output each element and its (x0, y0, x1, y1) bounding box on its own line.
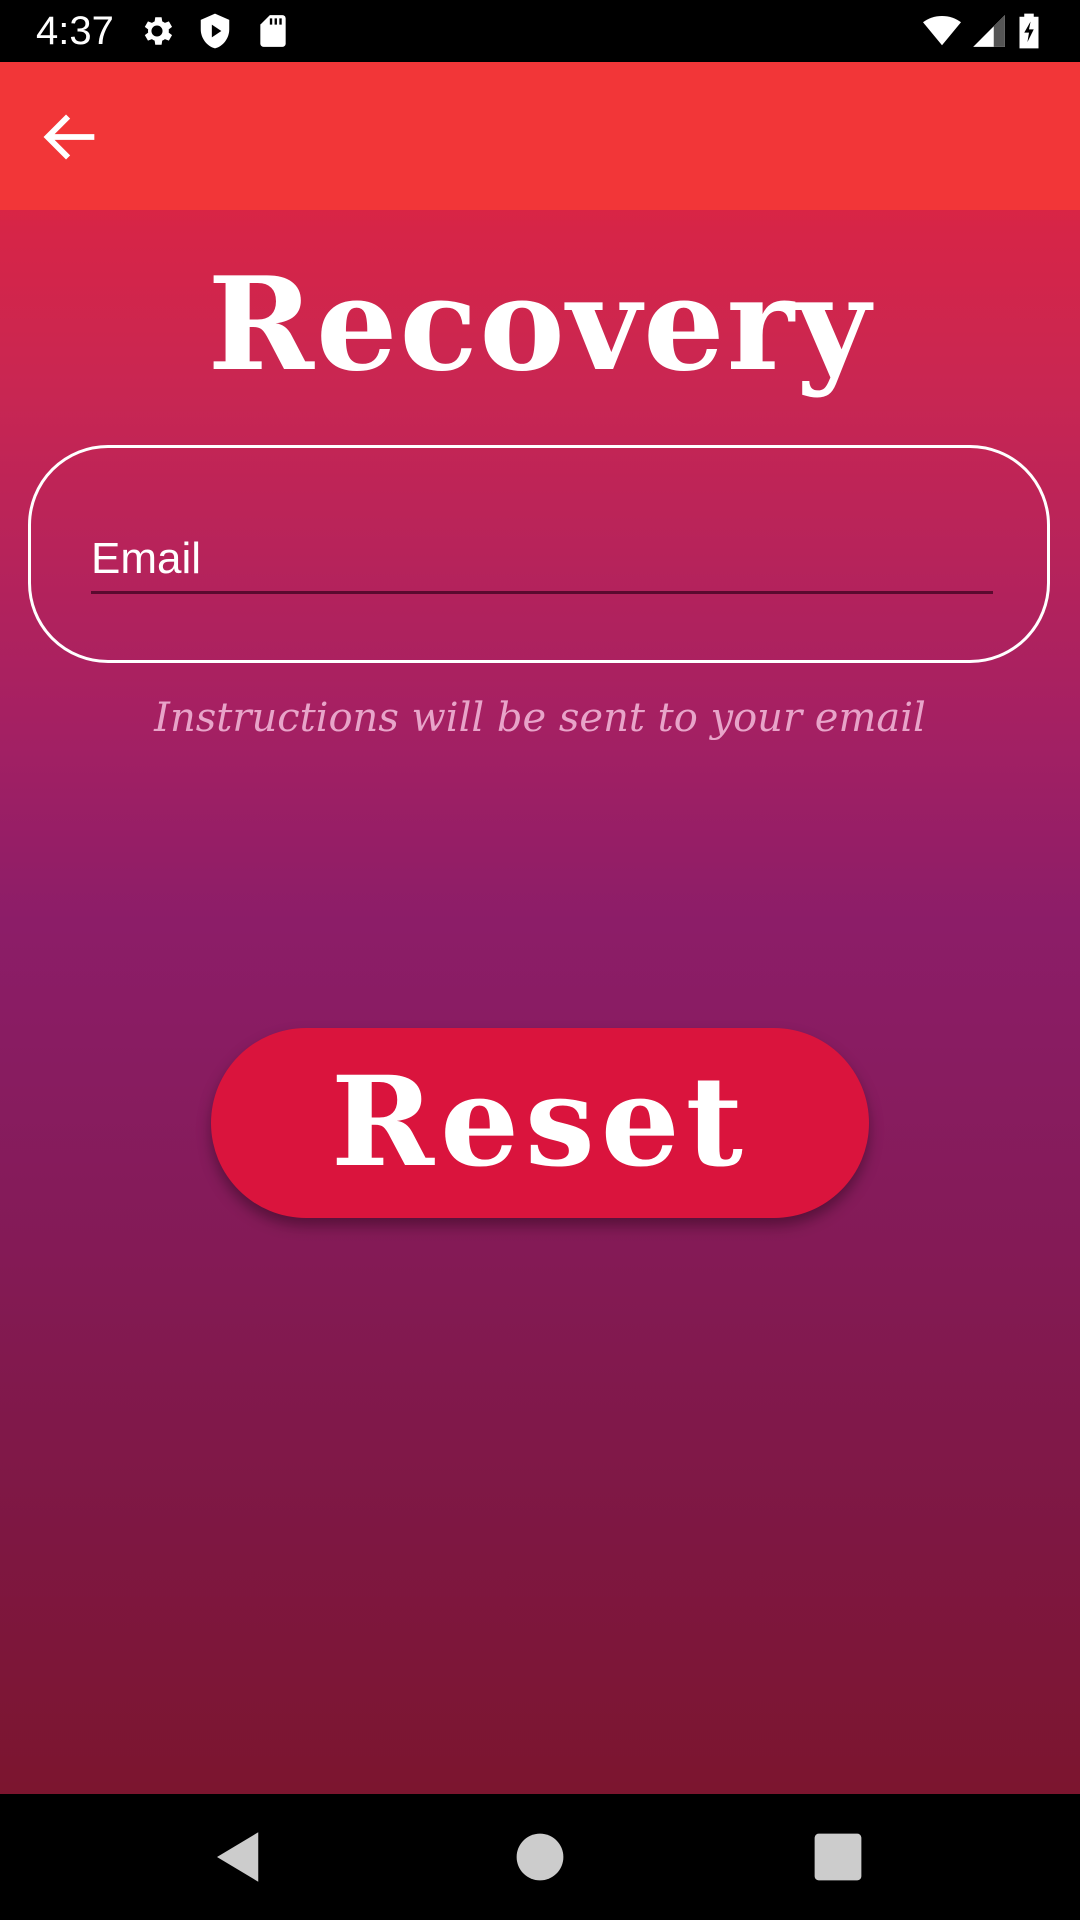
gear-icon (138, 12, 176, 50)
shield-play-icon (196, 12, 234, 50)
arrow-back-icon[interactable] (36, 102, 106, 172)
cell-signal-icon (970, 12, 1008, 50)
back-triangle-icon[interactable] (206, 1824, 272, 1890)
status-bar: 4:37 (0, 0, 1080, 62)
home-circle-icon[interactable] (507, 1824, 573, 1890)
email-card (28, 445, 1050, 663)
recovery-screen: 4:37 Recovery Instructions will be sent … (0, 0, 1080, 1920)
sd-card-icon (254, 12, 292, 50)
wifi-icon (920, 12, 964, 50)
app-bar (0, 62, 1080, 210)
reset-button[interactable]: Reset (211, 1028, 869, 1218)
reset-button-label: Reset (331, 1050, 749, 1195)
navigation-bar (0, 1794, 1080, 1920)
status-time: 4:37 (36, 9, 114, 53)
battery-charging-icon (1014, 12, 1044, 50)
instructions-text: Instructions will be sent to your email (154, 695, 926, 741)
email-field[interactable] (91, 526, 993, 594)
page-title: Recovery (207, 250, 873, 400)
recents-square-icon[interactable] (805, 1824, 871, 1890)
